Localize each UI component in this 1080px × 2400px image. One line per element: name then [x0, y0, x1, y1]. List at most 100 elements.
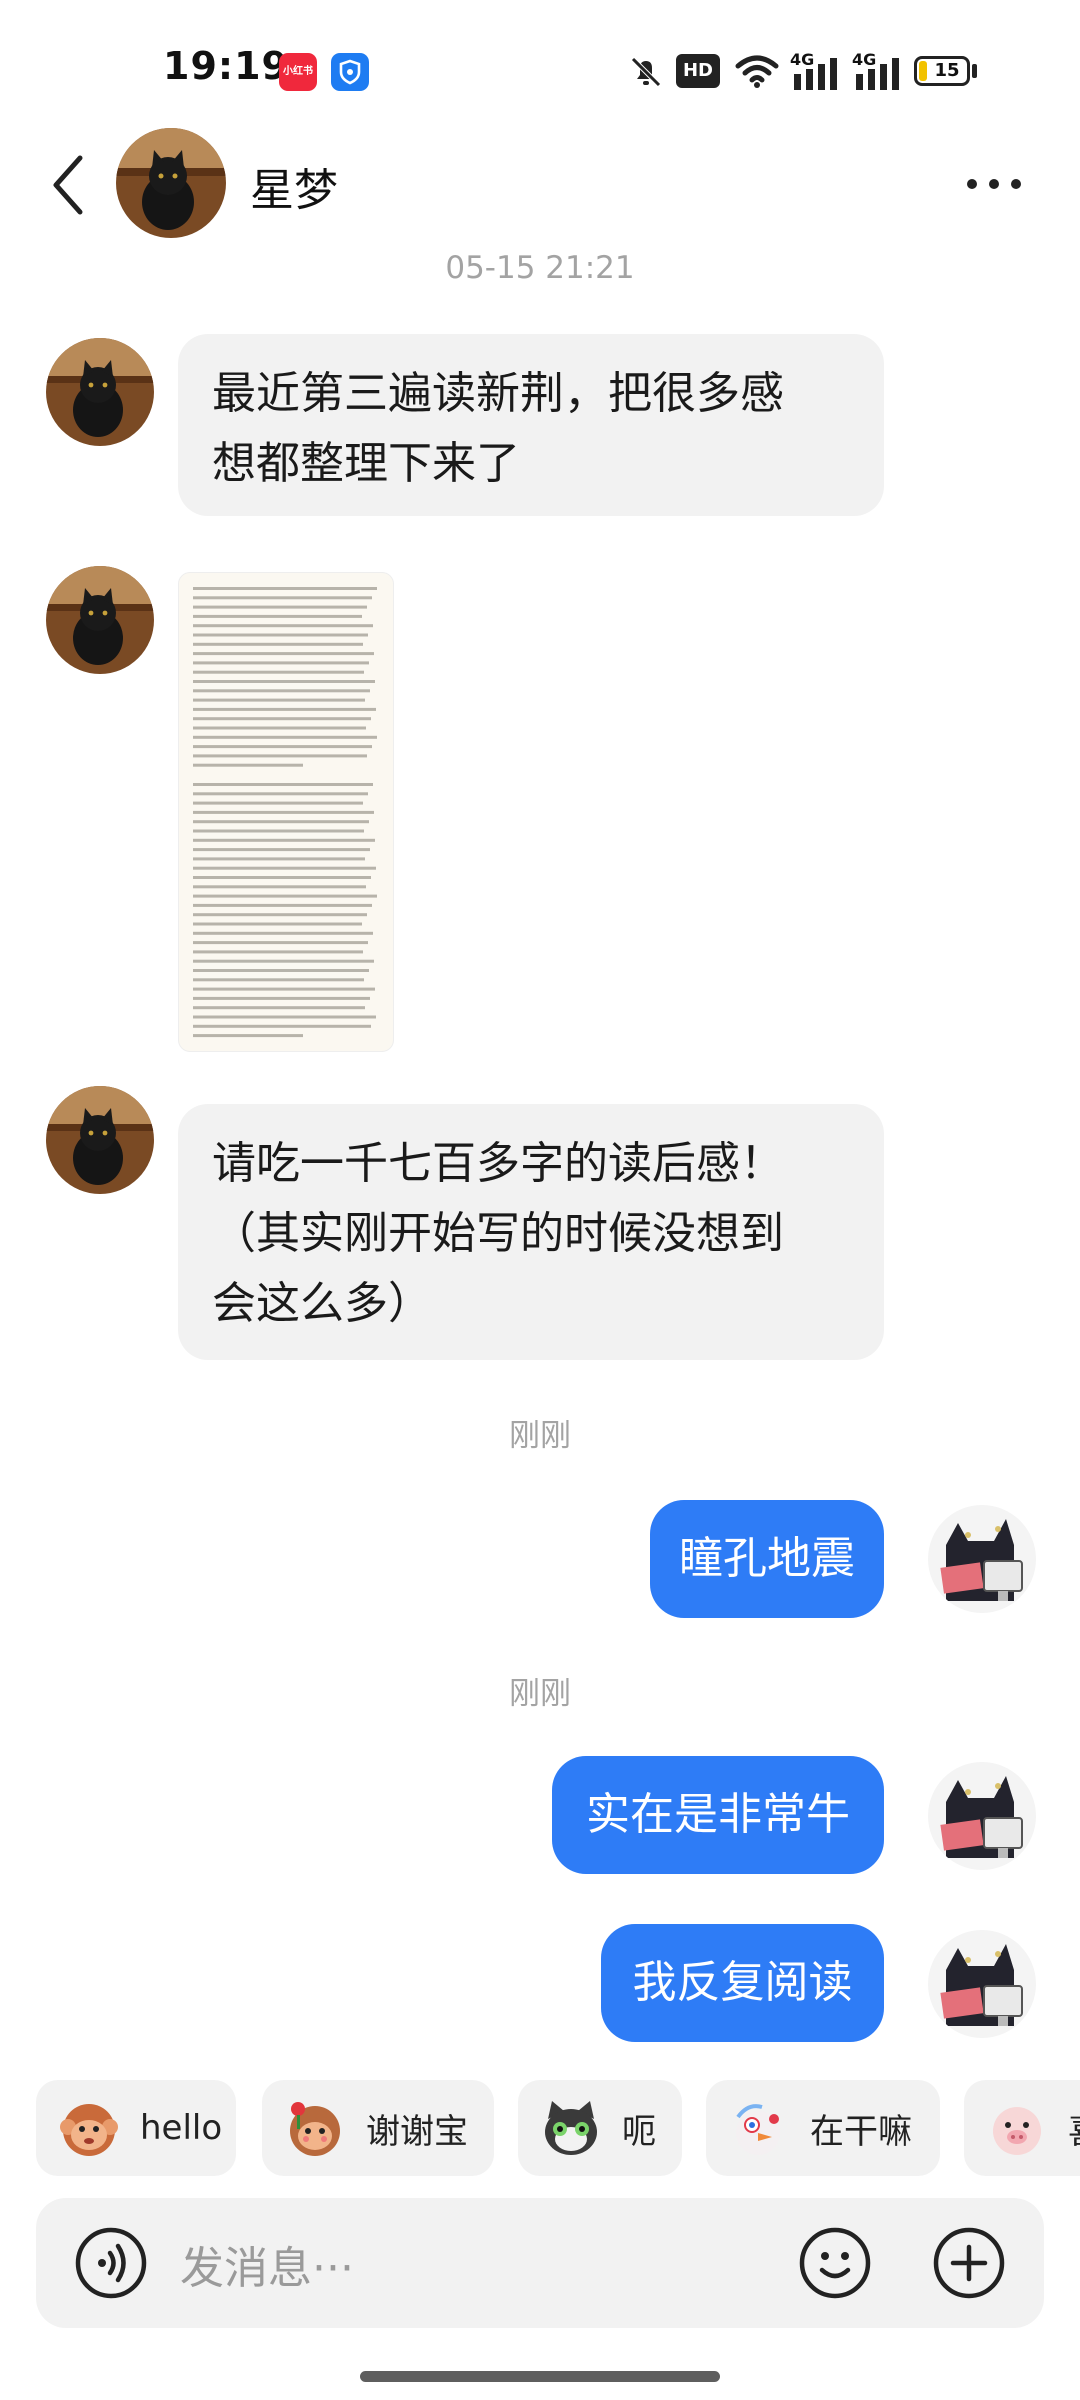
incoming-message-bubble[interactable]: 最近第三遍读新荆，把很多感 想都整理下来了	[178, 334, 884, 516]
document-text-line	[193, 996, 370, 1000]
quick-reply-uh[interactable]: 呃	[518, 2080, 682, 2176]
document-text-line	[193, 698, 365, 702]
document-text-line	[193, 987, 375, 991]
outgoing-message-bubble[interactable]: 我反复阅读	[601, 1924, 884, 2042]
sender-avatar[interactable]	[46, 338, 154, 446]
document-text-line	[193, 624, 373, 628]
document-text-line	[193, 587, 377, 590]
message-text: 会这么多）	[212, 1278, 432, 1329]
status-time: 19:19	[163, 44, 289, 88]
document-text-line	[193, 931, 373, 935]
document-text-line	[193, 596, 372, 600]
document-text-line	[193, 614, 362, 618]
document-text-line	[193, 894, 377, 898]
document-text-line	[193, 726, 366, 730]
plus-icon[interactable]	[932, 2226, 1006, 2300]
monkey-flower-sticker-icon	[290, 2102, 340, 2156]
more-options-icon[interactable]	[964, 176, 1024, 192]
document-text-line	[193, 1006, 365, 1010]
battery-tip	[972, 64, 977, 78]
document-text-line	[193, 633, 368, 637]
document-text-line	[193, 959, 374, 963]
cat-sticker-icon	[545, 2101, 597, 2155]
incoming-message-bubble[interactable]: 请吃一千七百多字的读后感！ （其实刚开始写的时候没想到 会这么多）	[178, 1104, 884, 1360]
quick-reply-happy[interactable]: 喜	[964, 2080, 1080, 2176]
bird-sticker-icon	[736, 2104, 780, 2155]
message-timestamp: 刚刚	[509, 1676, 571, 1712]
document-text-line	[193, 801, 363, 805]
message-timestamp: 05-15 21:21	[445, 250, 635, 286]
document-text-line	[193, 885, 366, 889]
document-text-image	[193, 587, 377, 1038]
sender-avatar[interactable]	[46, 566, 154, 674]
document-text-line	[193, 735, 377, 739]
contact-avatar[interactable]	[116, 128, 226, 238]
document-text-line	[193, 950, 363, 954]
xiaohongshu-app-icon: 小红书	[279, 53, 317, 91]
monkey-sticker-icon	[60, 2104, 118, 2156]
outgoing-message-bubble[interactable]: 瞳孔地震	[650, 1500, 884, 1618]
document-text-line	[193, 903, 372, 907]
document-text-line	[193, 754, 367, 758]
my-avatar[interactable]	[928, 1762, 1036, 1870]
message-text: 请吃一千七百多字的读后感！	[212, 1138, 784, 1189]
contact-name[interactable]: 星梦	[250, 154, 338, 218]
my-avatar[interactable]	[928, 1930, 1036, 2038]
incoming-image-message[interactable]	[178, 572, 394, 1052]
battery-icon: 15	[914, 56, 970, 86]
quick-reply-label: 呃	[622, 2111, 656, 2152]
document-text-line	[193, 857, 365, 861]
quick-reply-label: 在干嘛	[810, 2111, 912, 2152]
outgoing-message-bubble[interactable]: 实在是非常牛	[552, 1756, 884, 1874]
4g-signal-icon: 4G	[852, 50, 902, 90]
document-text-line	[193, 642, 363, 646]
document-text-line	[193, 605, 367, 609]
message-text: （其实刚开始写的时候没想到	[212, 1208, 784, 1259]
quick-reply-thanks[interactable]: 谢谢宝	[262, 2080, 494, 2176]
document-text-line	[193, 969, 369, 972]
wifi-icon	[735, 55, 779, 88]
document-text-line	[193, 876, 371, 879]
document-text-line	[193, 866, 376, 870]
document-text-line	[193, 810, 374, 814]
document-text-line	[193, 941, 368, 945]
sender-avatar[interactable]	[46, 1086, 154, 1194]
quick-reply-label: 喜	[1068, 2104, 1080, 2153]
smiley-icon[interactable]	[798, 2226, 872, 2300]
my-avatar[interactable]	[928, 1505, 1036, 1613]
hd-icon: HD	[676, 54, 720, 88]
document-text-line	[193, 707, 376, 711]
document-text-line	[193, 661, 369, 665]
document-text-line	[193, 1015, 376, 1019]
quick-reply-label: 谢谢宝	[366, 2111, 468, 2152]
message-input[interactable]: 发消息···	[180, 2232, 354, 2296]
document-text-line	[193, 913, 367, 917]
quick-reply-what-doing[interactable]: 在干嘛	[706, 2080, 940, 2176]
4g-signal-icon: 4G	[790, 50, 840, 90]
document-text-line	[193, 680, 375, 683]
message-text: 最近第三遍读新荆，把很多感	[212, 368, 784, 419]
document-text-line	[193, 829, 364, 833]
document-text-line	[193, 670, 364, 674]
message-text: 想都整理下来了	[212, 438, 520, 489]
message-timestamp: 刚刚	[509, 1418, 571, 1454]
document-text-line	[193, 848, 370, 852]
mute-bell-icon	[631, 57, 661, 87]
document-text-line	[193, 652, 374, 656]
voice-icon[interactable]	[74, 2226, 148, 2300]
back-icon[interactable]	[48, 150, 88, 220]
document-text-line	[193, 717, 371, 721]
document-text-line	[193, 1024, 371, 1028]
document-text-line	[193, 978, 364, 982]
document-text-line	[193, 922, 362, 926]
quick-reply-hello[interactable]: hello	[36, 2080, 236, 2176]
document-text-line	[193, 792, 368, 796]
pig-sticker-icon	[993, 2107, 1041, 2155]
shield-icon	[331, 53, 369, 91]
document-text-line	[193, 783, 373, 786]
document-text-line	[193, 689, 370, 693]
quick-reply-label: hello	[140, 2108, 223, 2148]
document-text-line	[193, 1034, 303, 1038]
document-text-line	[193, 763, 303, 767]
home-indicator[interactable]	[360, 2371, 720, 2382]
